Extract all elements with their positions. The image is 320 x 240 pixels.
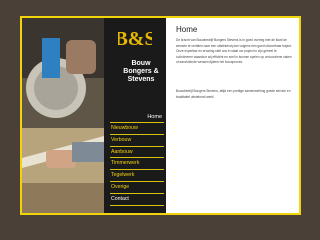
monogram-text: B&S <box>118 28 152 50</box>
nav-item-nieuwbouw[interactable]: Nieuwbouw <box>110 122 164 134</box>
nav-item-verbouw[interactable]: Verbouw <box>110 133 164 146</box>
intro-paragraph: De kracht van Bouwbedrijf Bongers Steven… <box>176 38 292 65</box>
nav-item-contact[interactable]: Contact <box>110 192 164 206</box>
nav-item-timmerwerk[interactable]: Timmerwerk <box>110 157 164 169</box>
nav-item-aanbouw[interactable]: Aanbouw <box>110 145 164 158</box>
sidebar: B&S Bouw Bongers & Stevens Home Nieuwbou… <box>104 18 166 213</box>
header-photo <box>22 18 104 213</box>
company-logo[interactable]: B&S Bouw Bongers & Stevens <box>110 22 160 83</box>
closing-paragraph: Bouwbedrijf Bongers Stevens, altijd een … <box>176 89 291 99</box>
monogram-logo-icon: B&S <box>118 22 152 56</box>
page-container: B&S Bouw Bongers & Stevens Home Nieuwbou… <box>22 18 299 213</box>
nav-item-overige[interactable]: Overige <box>110 180 164 193</box>
logo-line-2: Bongers & Stevens <box>123 68 159 83</box>
main-nav: Home Nieuwbouw Verbouw Aanbouw Timmerwer… <box>110 112 164 206</box>
nav-item-home[interactable]: Home <box>110 112 164 122</box>
main-content: Home De kracht van Bouwbedrijf Bongers S… <box>166 18 299 213</box>
carpenter-photo-icon <box>22 18 104 213</box>
page-frame: B&S Bouw Bongers & Stevens Home Nieuwbou… <box>20 16 301 215</box>
nav-item-tegelwerk[interactable]: Tegelwerk <box>110 169 164 181</box>
page-title: Home <box>176 25 198 34</box>
logo-line-1: Bouw <box>131 60 151 67</box>
